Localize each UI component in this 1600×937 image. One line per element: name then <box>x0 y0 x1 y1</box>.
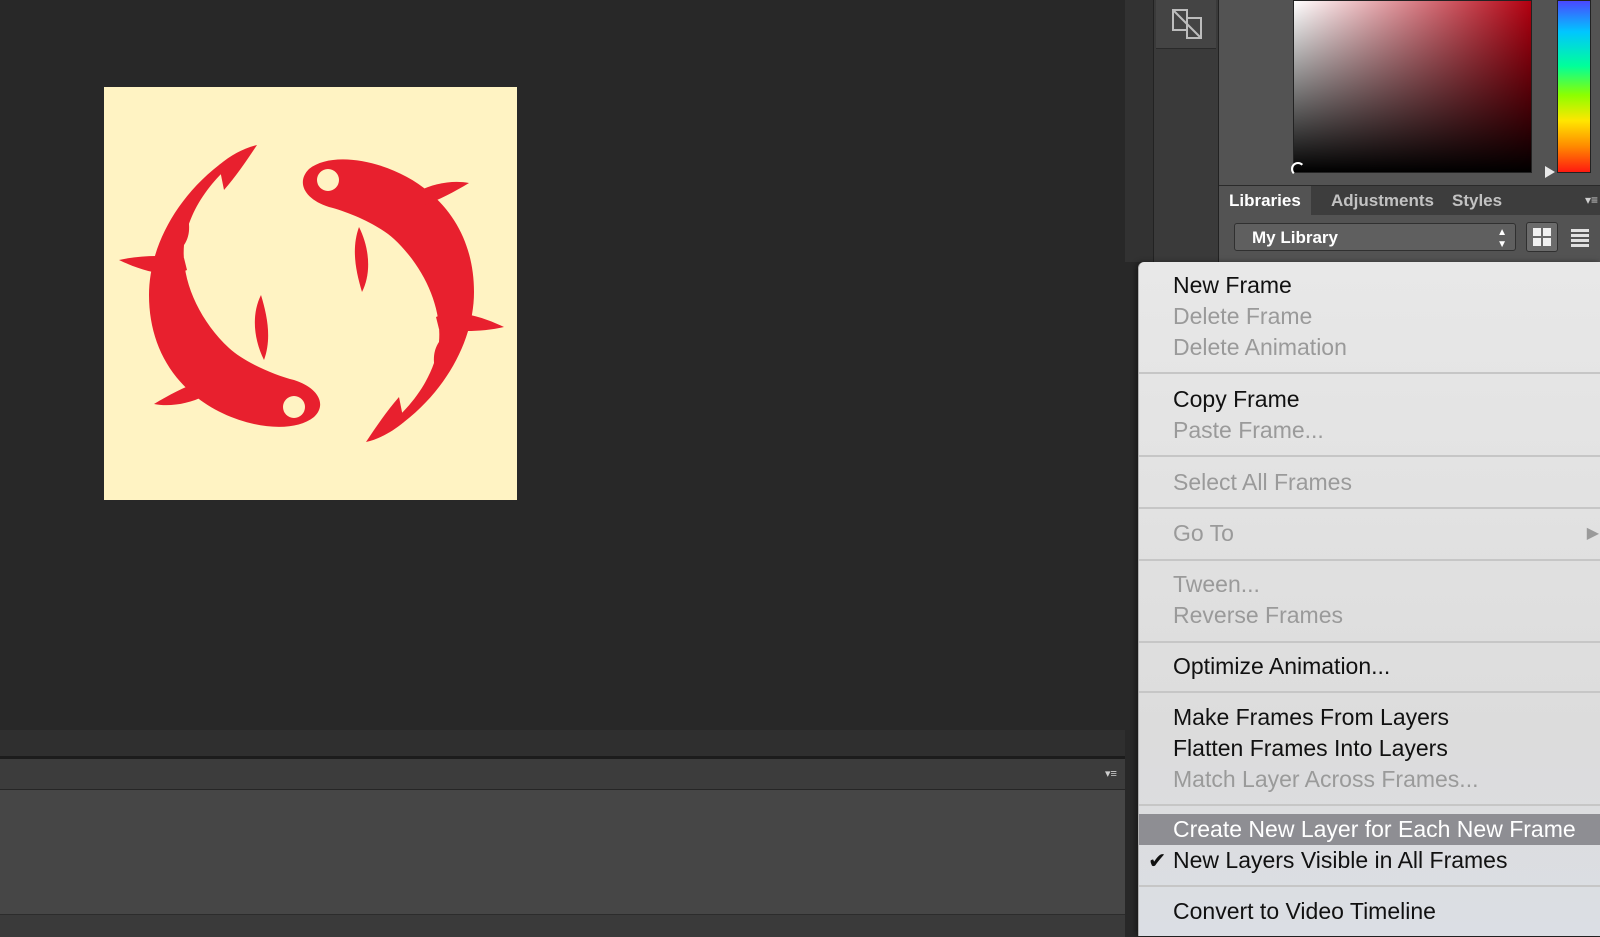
timeline-panel-context-menu: New Frame Delete Frame Delete Animation … <box>1138 262 1600 936</box>
panel-menu-icon[interactable]: ▾≡ <box>1105 767 1123 781</box>
menu-separator <box>1139 455 1600 457</box>
menu-item-select-all-frames[interactable]: Select All Frames <box>1139 467 1600 498</box>
menu-separator <box>1139 559 1600 561</box>
canvas-scroll-strip[interactable] <box>0 730 1125 756</box>
menu-item-make-frames-from-layers[interactable]: Make Frames From Layers <box>1139 702 1600 733</box>
panel-tab-bar: Libraries Adjustments Styles ▾≡ <box>1219 185 1600 215</box>
menu-separator <box>1139 372 1600 374</box>
timeline-panel-header: ▾≡ <box>0 759 1125 790</box>
right-panel: Libraries Adjustments Styles ▾≡ My Libra… <box>1219 0 1600 262</box>
menu-item-reverse-frames[interactable]: Reverse Frames <box>1139 600 1600 631</box>
panel-menu-icon[interactable]: ▾≡ <box>1585 193 1598 207</box>
menu-item-go-to[interactable]: Go To ▶ <box>1139 518 1600 549</box>
list-view-icon <box>1571 229 1589 247</box>
tool-dock-icon <box>1172 9 1202 39</box>
menu-item-paste-frame[interactable]: Paste Frame... <box>1139 415 1600 446</box>
select-arrows-icon: ▲ ▼ <box>1497 227 1507 250</box>
menu-item-new-layers-visible-label: New Layers Visible in All Frames <box>1173 847 1508 873</box>
menu-separator <box>1139 691 1600 693</box>
tab-libraries[interactable]: Libraries <box>1219 186 1311 215</box>
color-picker-cursor[interactable] <box>1291 162 1305 176</box>
menu-item-new-frame[interactable]: New Frame <box>1139 270 1600 301</box>
menu-separator <box>1139 507 1600 509</box>
menu-separator <box>1139 641 1600 643</box>
hue-slider[interactable] <box>1557 0 1591 173</box>
grid-view-button[interactable] <box>1526 222 1558 252</box>
library-select-label: My Library <box>1252 228 1338 247</box>
menu-item-copy-frame[interactable]: Copy Frame <box>1139 384 1600 415</box>
menu-item-delete-frame[interactable]: Delete Frame <box>1139 301 1600 332</box>
menu-separator <box>1139 885 1600 887</box>
tab-adjustments[interactable]: Adjustments <box>1321 186 1444 215</box>
submenu-arrow-icon: ▶ <box>1586 525 1599 542</box>
artboard-koi-image[interactable] <box>104 87 517 500</box>
menu-item-new-layers-visible[interactable]: ✔ New Layers Visible in All Frames <box>1139 845 1600 876</box>
menu-item-flatten-frames-into-layers[interactable]: Flatten Frames Into Layers <box>1139 733 1600 764</box>
menu-item-create-new-layer-each-frame[interactable]: Create New Layer for Each New Frame <box>1139 814 1600 845</box>
list-view-button[interactable] <box>1565 222 1595 252</box>
tab-styles[interactable]: Styles <box>1442 186 1512 215</box>
grid-view-icon <box>1533 228 1551 246</box>
collapsed-panel-dock <box>1153 0 1219 262</box>
menu-item-delete-animation[interactable]: Delete Animation <box>1139 332 1600 363</box>
color-picker-field[interactable] <box>1293 0 1532 173</box>
menu-separator <box>1139 804 1600 806</box>
timeline-panel-footer <box>0 914 1125 937</box>
menu-item-optimize-animation[interactable]: Optimize Animation... <box>1139 651 1600 682</box>
timeline-panel-body <box>0 790 1125 914</box>
hue-slider-pointer[interactable] <box>1545 166 1555 178</box>
menu-item-convert-to-video-timeline[interactable]: Convert to Video Timeline <box>1139 896 1600 927</box>
menu-item-tween[interactable]: Tween... <box>1139 569 1600 600</box>
dock-gap <box>1125 0 1153 262</box>
tool-dock-button[interactable] <box>1156 0 1216 49</box>
library-select[interactable]: My Library ▲ ▼ <box>1234 223 1516 251</box>
document-canvas[interactable] <box>0 0 1125 730</box>
menu-item-go-to-label: Go To <box>1173 520 1234 546</box>
menu-item-match-layer-across-frames[interactable]: Match Layer Across Frames... <box>1139 764 1600 795</box>
koi-fish-icon <box>119 145 504 442</box>
checkmark-icon: ✔ <box>1148 848 1167 873</box>
